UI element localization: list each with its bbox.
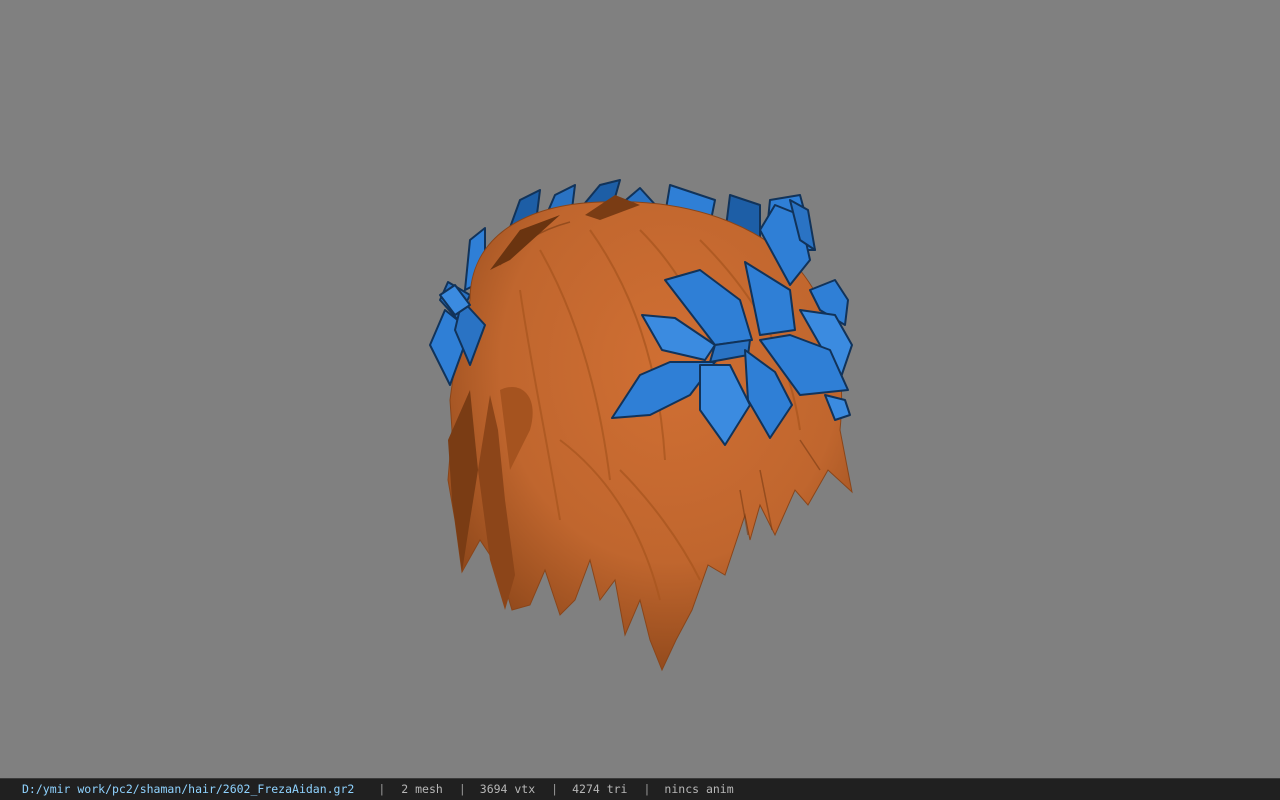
mesh-count: 2 mesh	[401, 782, 443, 796]
separator: |	[643, 782, 651, 796]
vertex-count: 3694 vtx	[479, 782, 536, 796]
status-bar: D:/ymir work/pc2/shaman/hair/2602_FrezaA…	[0, 778, 1280, 800]
triangle-count: 4274 tri	[572, 782, 628, 796]
file-path: D:/ymir work/pc2/shaman/hair/2602_FrezaA…	[22, 782, 355, 796]
separator: |	[551, 782, 559, 796]
3d-viewport[interactable]	[0, 0, 1280, 778]
hair-model-render	[429, 179, 853, 672]
separator: |	[378, 782, 386, 796]
separator: |	[458, 782, 466, 796]
anim-status: nincs anim	[664, 782, 734, 796]
